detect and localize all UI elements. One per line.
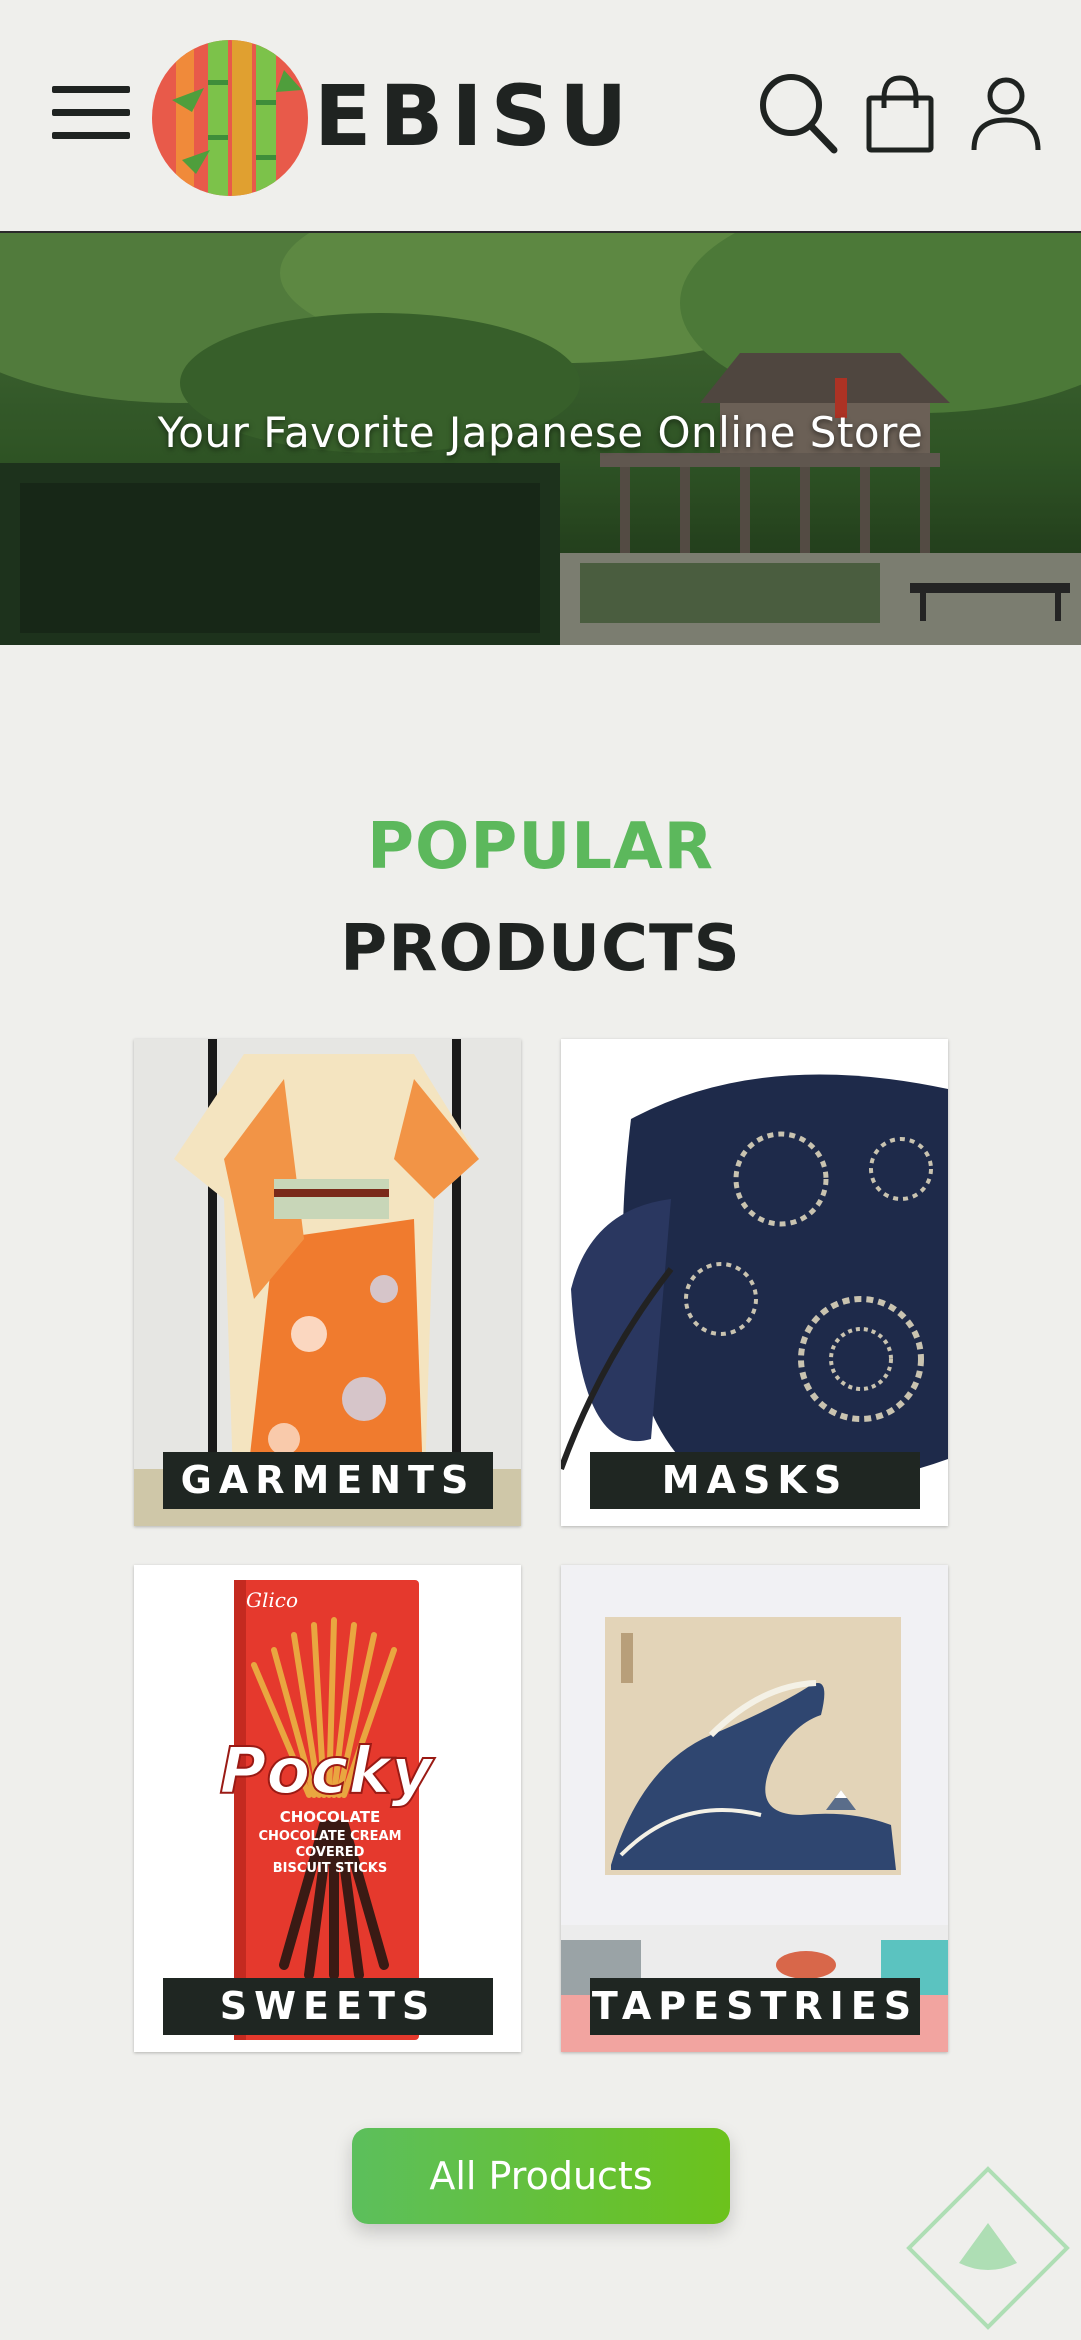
section-title-popular: POPULAR xyxy=(367,810,714,884)
product-label: MASKS xyxy=(590,1452,920,1509)
search-icon[interactable] xyxy=(758,72,838,158)
pocky-text: Pocky xyxy=(219,1735,434,1809)
hero-title: Your Favorite Japanese Online Store xyxy=(157,408,924,457)
product-card-sweets[interactable]: Glico Pocky CHOCOLATE CHOCOLATE CREAM CO… xyxy=(134,1565,521,2052)
bamboo-logo-icon[interactable] xyxy=(152,40,308,196)
pocky-line4: BISCUIT STICKS xyxy=(273,1861,387,1876)
pocky-line2: CHOCOLATE CREAM xyxy=(258,1829,401,1844)
product-card-masks[interactable]: MASKS xyxy=(561,1039,948,1526)
product-card-garments[interactable]: GARMENTS xyxy=(134,1039,521,1526)
product-label: SWEETS xyxy=(163,1978,493,2035)
shopping-bag-icon[interactable] xyxy=(864,74,936,158)
user-icon[interactable] xyxy=(970,76,1042,158)
glico-text: Glico xyxy=(246,1588,298,1612)
product-label: TAPESTRIES xyxy=(590,1978,920,2035)
site-header: EBISU xyxy=(0,0,1081,233)
scroll-to-top-icon[interactable] xyxy=(903,2163,1073,2333)
section-title-products: PRODUCTS xyxy=(340,912,741,986)
product-label: GARMENTS xyxy=(163,1452,493,1509)
hero-banner: Your Favorite Japanese Online Store xyxy=(0,233,1081,645)
pocky-line1: CHOCOLATE xyxy=(280,1808,381,1826)
menu-icon[interactable] xyxy=(52,86,130,140)
brand-name[interactable]: EBISU xyxy=(314,66,635,166)
product-card-tapestries[interactable]: TAPESTRIES xyxy=(561,1565,948,2052)
pocky-line3: COVERED xyxy=(296,1845,365,1860)
all-products-button[interactable]: All Products xyxy=(352,2128,730,2224)
